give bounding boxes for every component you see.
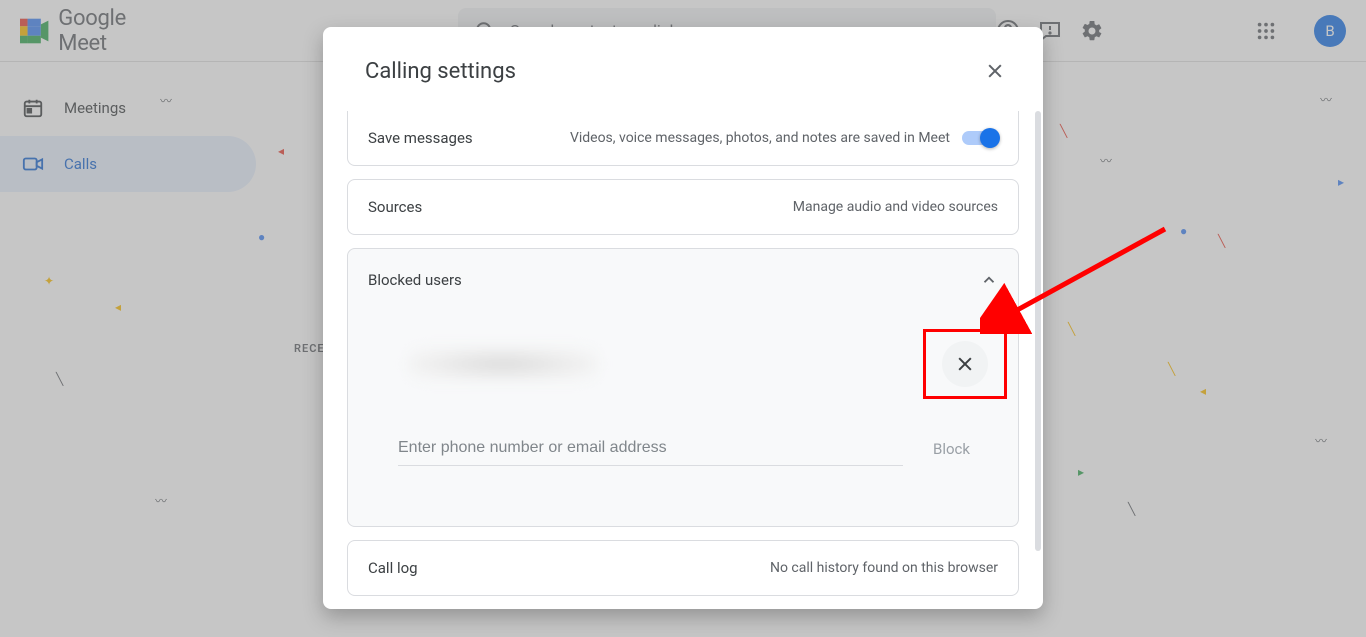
save-messages-card: Save messages Videos, voice messages, ph…: [347, 111, 1019, 166]
save-messages-toggle[interactable]: [962, 131, 998, 145]
sources-card[interactable]: Sources Manage audio and video sources: [347, 179, 1019, 235]
block-button[interactable]: Block: [933, 440, 970, 466]
blocked-users-header[interactable]: Blocked users: [348, 249, 1018, 311]
sources-action: Manage audio and video sources: [793, 199, 998, 215]
modal-header: Calling settings: [323, 27, 1043, 111]
close-button[interactable]: [975, 51, 1015, 91]
modal-body: Save messages Videos, voice messages, ph…: [323, 111, 1043, 609]
save-messages-description: Videos, voice messages, photos, and note…: [570, 130, 950, 146]
call-log-card: Call log No call history found on this b…: [347, 540, 1019, 596]
close-icon: [955, 354, 975, 374]
save-messages-label: Save messages: [368, 129, 473, 147]
call-log-label: Call log: [368, 559, 418, 577]
modal-scrollbar[interactable]: [1035, 111, 1041, 551]
close-icon: [985, 61, 1005, 81]
block-input-row: Block: [368, 411, 998, 466]
blocked-user-row: [368, 317, 998, 411]
blocked-users-card: Blocked users Block: [347, 248, 1019, 527]
call-log-description: No call history found on this browser: [770, 560, 998, 576]
blocked-users-label: Blocked users: [368, 271, 462, 289]
calling-settings-modal: Calling settings Save messages Videos, v…: [323, 27, 1043, 609]
modal-title: Calling settings: [365, 59, 516, 84]
block-user-input[interactable]: [398, 431, 903, 466]
blocked-user-identity: [408, 347, 598, 381]
chevron-up-icon: [980, 271, 998, 289]
remove-blocked-user-button[interactable]: [942, 341, 988, 387]
sources-label: Sources: [368, 198, 422, 216]
